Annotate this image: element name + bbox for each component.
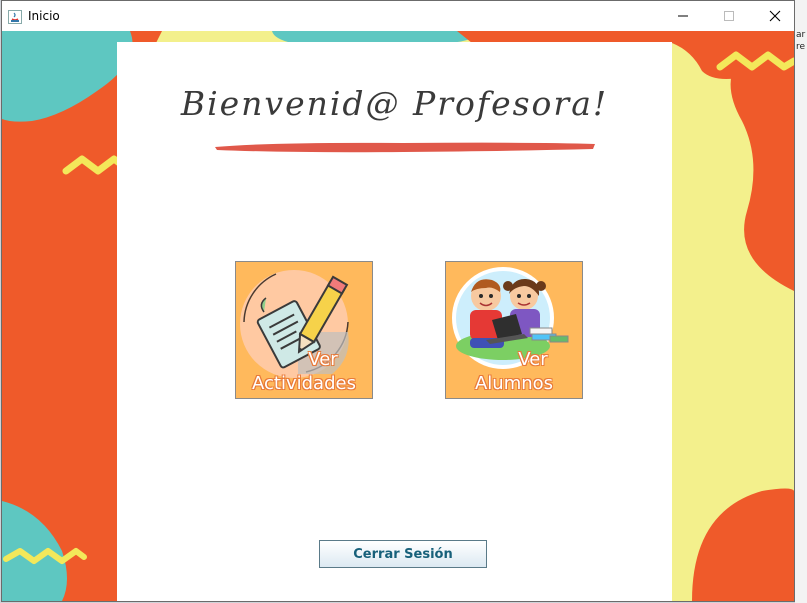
minimize-icon — [678, 15, 688, 17]
welcome-heading: Bienvenid@ Profesora! — [180, 84, 609, 123]
view-activities-button[interactable]: Ver Actividades — [235, 261, 373, 399]
tile-label-top: Ver — [518, 349, 548, 370]
title-bar[interactable]: Inicio — [2, 1, 794, 31]
main-card: Bienvenid@ Profesora! Ver Actividades Ve… — [117, 42, 672, 601]
maximize-button[interactable] — [706, 1, 752, 31]
close-button[interactable] — [752, 1, 794, 31]
content-area: Bienvenid@ Profesora! Ver Actividades Ve… — [2, 31, 794, 601]
desktop-text-fragment: ar — [796, 30, 806, 40]
brush-underline — [215, 142, 595, 153]
maximize-icon — [724, 11, 734, 21]
java-app-icon — [8, 9, 22, 24]
tile-label-bottom: Alumnos — [474, 373, 554, 394]
app-window: Inicio Bienvenid@ Profesora! Ver Activid… — [1, 0, 795, 602]
background-desktop: ar re — [795, 0, 807, 603]
tile-label-bottom: Actividades — [252, 373, 356, 394]
close-icon — [769, 10, 781, 22]
desktop-text-fragment: re — [796, 42, 806, 52]
tile-label-top: Ver — [308, 349, 338, 370]
logout-button[interactable]: Cerrar Sesión — [319, 540, 487, 568]
minimize-button[interactable] — [660, 1, 706, 31]
window-title: Inicio — [28, 9, 60, 23]
view-students-button[interactable]: Ver Alumnos — [445, 261, 583, 399]
